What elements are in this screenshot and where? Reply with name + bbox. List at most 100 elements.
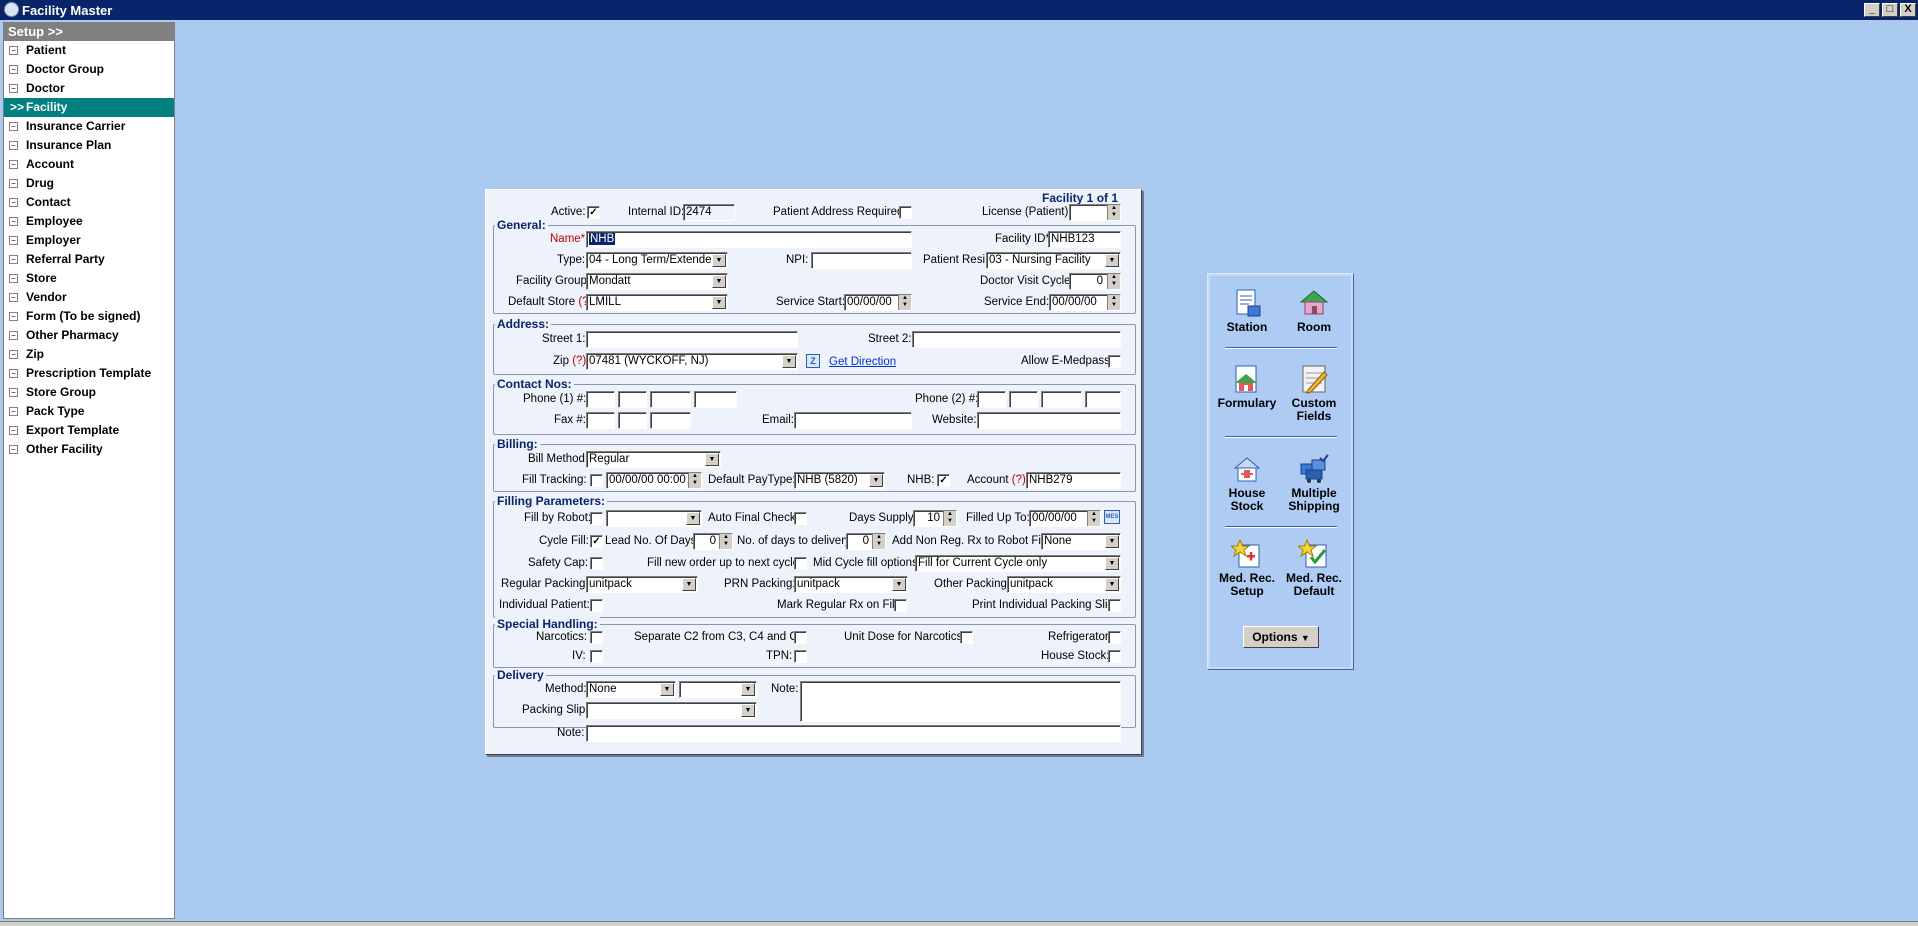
tree-collapse-icon[interactable]: − bbox=[9, 217, 18, 226]
tree-collapse-icon[interactable]: − bbox=[9, 312, 18, 321]
zip-lookup-icon[interactable]: Z bbox=[806, 354, 820, 368]
chevron-down-icon[interactable]: ▼ bbox=[782, 355, 796, 368]
spin-icon[interactable]: ▲ ▼ bbox=[1107, 274, 1120, 289]
tree-collapse-icon[interactable]: − bbox=[9, 84, 18, 93]
med-rec-default-button[interactable]: Med. Rec. Default bbox=[1281, 539, 1347, 598]
sidebar-header[interactable]: Setup >> bbox=[4, 23, 174, 41]
fax-line-field[interactable] bbox=[650, 412, 691, 429]
phone2-line-field[interactable] bbox=[1041, 391, 1082, 408]
tree-collapse-icon[interactable]: − bbox=[9, 255, 18, 264]
mid-cycle-select[interactable]: Fill for Current Cycle only ▼ bbox=[915, 555, 1121, 572]
maximize-button[interactable]: □ bbox=[1882, 3, 1898, 17]
spin-icon[interactable]: ▲ ▼ bbox=[943, 511, 956, 526]
safety-cap-checkbox[interactable] bbox=[590, 557, 603, 570]
prn-packing-select[interactable]: unitpack ▼ bbox=[794, 576, 908, 593]
filled-up-to-field[interactable]: 00/00/00 ▲ ▼ bbox=[1029, 510, 1101, 527]
chevron-down-icon[interactable]: ▼ bbox=[1105, 578, 1119, 591]
tree-collapse-icon[interactable]: − bbox=[9, 122, 18, 131]
tree-collapse-icon[interactable]: − bbox=[9, 179, 18, 188]
sidebar-item-pack-type[interactable]: − Pack Type bbox=[4, 402, 174, 421]
sidebar-item-other-facility[interactable]: − Other Facility bbox=[4, 440, 174, 459]
get-direction-link[interactable]: Get Direction bbox=[829, 356, 896, 368]
spin-icon[interactable]: ▲ ▼ bbox=[872, 534, 885, 549]
unit-dose-checkbox[interactable] bbox=[960, 631, 973, 644]
tree-collapse-icon[interactable]: − bbox=[9, 350, 18, 359]
sidebar-item-employer[interactable]: − Employer bbox=[4, 231, 174, 250]
facility-group-select[interactable]: Mondatt ▼ bbox=[586, 273, 728, 290]
phone1-line-field[interactable] bbox=[650, 391, 691, 408]
sidebar-item-patient[interactable]: − Patient bbox=[4, 41, 174, 60]
sidebar-item-insurance-carrier[interactable]: − Insurance Carrier bbox=[4, 117, 174, 136]
spin-icon[interactable]: ▲ ▼ bbox=[719, 534, 732, 549]
regular-packing-select[interactable]: unitpack ▼ bbox=[586, 576, 698, 593]
sidebar-item-drug[interactable]: − Drug bbox=[4, 174, 174, 193]
room-button[interactable]: Room bbox=[1281, 288, 1347, 334]
med-rec-setup-button[interactable]: Med. Rec. Setup bbox=[1214, 539, 1280, 598]
delivery-note-field[interactable] bbox=[800, 681, 1121, 722]
tree-collapse-icon[interactable]: − bbox=[9, 331, 18, 340]
fax-prefix-field[interactable] bbox=[618, 412, 647, 429]
mes-icon[interactable]: MES bbox=[1104, 510, 1120, 524]
fax-area-field[interactable] bbox=[586, 412, 615, 429]
sidebar-item-store-group[interactable]: − Store Group bbox=[4, 383, 174, 402]
bill-method-select[interactable]: Regular ▼ bbox=[586, 451, 721, 468]
chevron-down-icon[interactable]: ▼ bbox=[1105, 254, 1119, 267]
help-marker[interactable]: (?) bbox=[572, 355, 586, 367]
note-field[interactable] bbox=[586, 725, 1121, 742]
chevron-down-icon[interactable]: ▼ bbox=[686, 512, 700, 525]
sidebar-item-vendor[interactable]: − Vendor bbox=[4, 288, 174, 307]
tree-collapse-icon[interactable]: − bbox=[9, 46, 18, 55]
sidebar-item-account[interactable]: − Account bbox=[4, 155, 174, 174]
chevron-down-icon[interactable]: ▼ bbox=[712, 275, 726, 288]
spin-icon[interactable]: ▲ ▼ bbox=[898, 295, 911, 310]
account-field[interactable]: NHB279 bbox=[1026, 472, 1121, 489]
house-stock-button[interactable]: House Stock bbox=[1214, 454, 1280, 513]
patient-resi-select[interactable]: 03 - Nursing Facility ▼ bbox=[986, 252, 1121, 269]
other-packing-select[interactable]: unitpack ▼ bbox=[1007, 576, 1121, 593]
type-select[interactable]: 04 - Long Term/Extended ▼ bbox=[586, 252, 728, 269]
chevron-down-icon[interactable]: ▼ bbox=[1105, 557, 1119, 570]
sidebar-item-other-pharmacy[interactable]: − Other Pharmacy bbox=[4, 326, 174, 345]
email-field[interactable] bbox=[794, 412, 912, 429]
fill-new-order-checkbox[interactable] bbox=[794, 557, 807, 570]
add-non-reg-select[interactable]: None ▼ bbox=[1041, 533, 1121, 550]
tpn-checkbox[interactable] bbox=[794, 650, 807, 663]
website-field[interactable] bbox=[977, 412, 1121, 429]
fill-tracking-checkbox[interactable] bbox=[590, 474, 603, 487]
phone2-ext-field[interactable] bbox=[1085, 391, 1121, 408]
minimize-button[interactable]: _ bbox=[1864, 3, 1880, 17]
tree-collapse-icon[interactable]: − bbox=[9, 236, 18, 245]
refrigerator-checkbox[interactable] bbox=[1108, 631, 1121, 644]
tree-collapse-icon[interactable]: − bbox=[9, 388, 18, 397]
phone1-ext-field[interactable] bbox=[694, 391, 737, 408]
sidebar-item-employee[interactable]: − Employee bbox=[4, 212, 174, 231]
chevron-down-icon[interactable]: ▼ bbox=[712, 254, 726, 267]
chevron-down-icon[interactable]: ▼ bbox=[892, 578, 906, 591]
sidebar-item-export-template[interactable]: − Export Template bbox=[4, 421, 174, 440]
custom-fields-button[interactable]: Custom Fields bbox=[1281, 364, 1347, 423]
fill-by-robot-select[interactable]: ▼ bbox=[606, 510, 702, 527]
days-supply-spinner[interactable]: 10 ▲ ▼ bbox=[913, 510, 957, 527]
station-button[interactable]: Station bbox=[1214, 288, 1280, 334]
chevron-down-icon[interactable]: ▼ bbox=[712, 296, 726, 309]
fill-tracking-datetime[interactable]: 00/00/00 00:00 ▲ ▼ bbox=[606, 472, 702, 489]
chevron-down-icon[interactable]: ▼ bbox=[869, 474, 883, 487]
tree-collapse-icon[interactable]: − bbox=[9, 198, 18, 207]
tree-collapse-icon[interactable]: − bbox=[9, 426, 18, 435]
spin-icon[interactable]: ▲ ▼ bbox=[688, 473, 701, 488]
lead-days-spinner[interactable]: 0 ▲ ▼ bbox=[693, 533, 733, 550]
days-to-delivery-spinner[interactable]: 0 ▲ ▼ bbox=[846, 533, 886, 550]
method-select[interactable]: None ▼ bbox=[586, 681, 676, 698]
tree-collapse-icon[interactable]: − bbox=[9, 160, 18, 169]
house-stock-checkbox[interactable] bbox=[1108, 650, 1121, 663]
sidebar-item-store[interactable]: − Store bbox=[4, 269, 174, 288]
chevron-down-icon[interactable]: ▼ bbox=[741, 683, 755, 696]
name-field[interactable]: NHB bbox=[586, 231, 912, 248]
sidebar-item-facility[interactable]: >> Facility bbox=[4, 98, 174, 117]
print-individual-checkbox[interactable] bbox=[1108, 599, 1121, 612]
sidebar-item-referral-party[interactable]: − Referral Party bbox=[4, 250, 174, 269]
chevron-down-icon[interactable]: ▼ bbox=[1105, 535, 1119, 548]
narcotics-checkbox[interactable] bbox=[590, 631, 603, 644]
spin-icon[interactable]: ▲ ▼ bbox=[1087, 511, 1100, 526]
sidebar-item-form-to-be-signed[interactable]: − Form (To be signed) bbox=[4, 307, 174, 326]
